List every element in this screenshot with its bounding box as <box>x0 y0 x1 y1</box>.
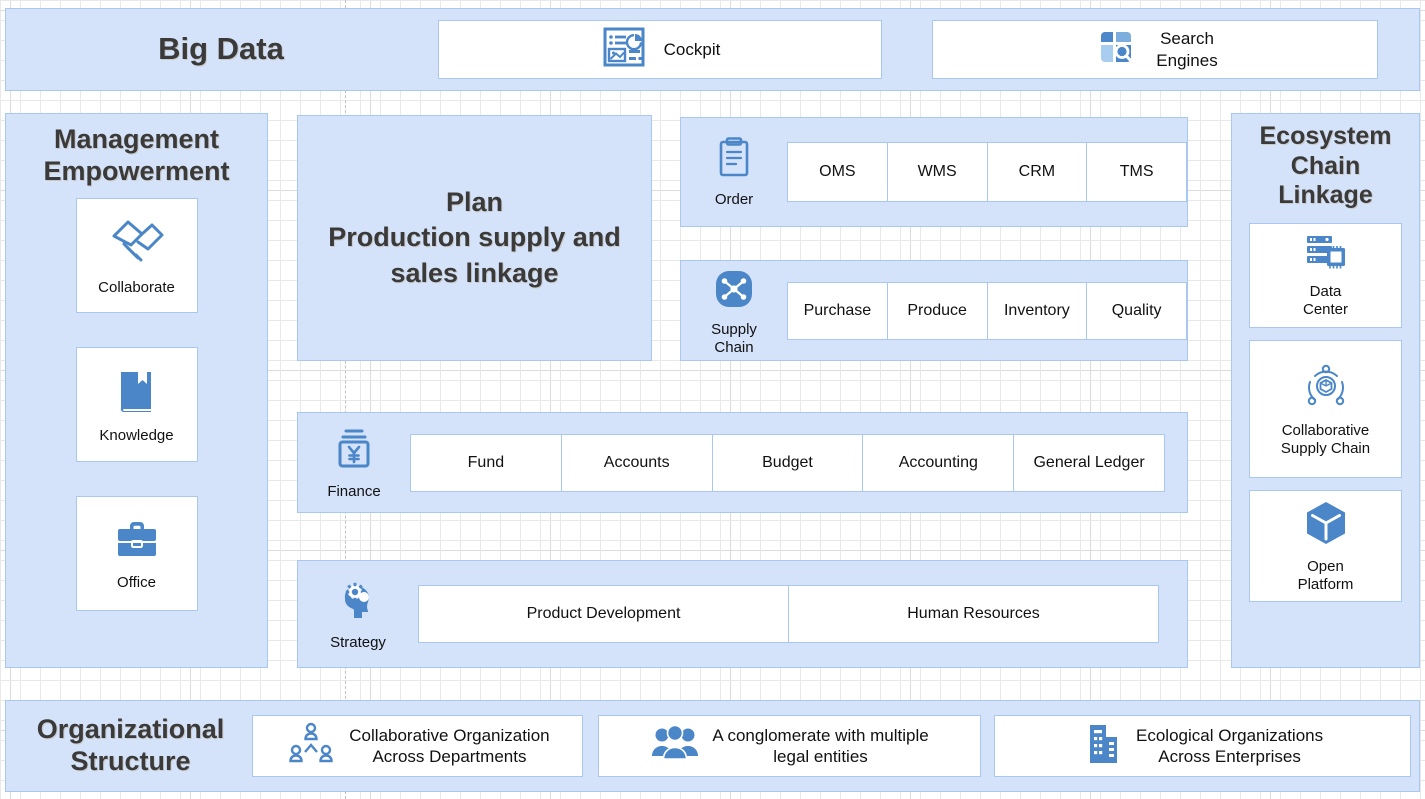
cube-icon <box>1301 498 1351 553</box>
search-engine-icon <box>1092 23 1140 76</box>
order-icon-group: Order <box>681 135 787 209</box>
ecological-organizations-card[interactable]: Ecological Organizations Across Enterpri… <box>994 715 1411 777</box>
supply-chain-node-icon <box>710 265 758 318</box>
finance-icon-group: Finance <box>298 425 410 501</box>
organizational-structure-title: Organizational Structure <box>36 714 225 776</box>
chip-fund[interactable]: Fund <box>410 433 562 492</box>
conglomerate-card[interactable]: A conglomerate with multiple legal entit… <box>597 715 982 777</box>
chip-purchase[interactable]: Purchase <box>787 281 888 340</box>
supply-chain-row: Supply Chain Purchase Produce Inventory … <box>680 260 1188 361</box>
collaborative-organization-label: Collaborative Organization Across Depart… <box>349 725 550 766</box>
chip-tms[interactable]: TMS <box>1086 142 1187 202</box>
management-empowerment-panel: Management Empowerment Collaborate Knowl… <box>5 113 268 668</box>
plan-block: Plan Production supply and sales linkage <box>297 115 652 361</box>
chip-quality[interactable]: Quality <box>1086 281 1187 340</box>
handshake-icon <box>108 214 166 273</box>
briefcase-icon <box>111 515 163 568</box>
collaborate-card[interactable]: Collaborate <box>75 197 198 313</box>
chip-human-resources[interactable]: Human Resources <box>788 585 1159 643</box>
data-center-label: Data Center <box>1302 283 1349 318</box>
order-row: Order OMS WMS CRM TMS <box>680 117 1188 227</box>
yen-currency-icon <box>330 425 378 480</box>
chip-crm[interactable]: CRM <box>986 142 1088 202</box>
collaborate-label: Collaborate <box>98 278 175 296</box>
strategy-icon-label: Strategy <box>330 634 386 652</box>
office-card[interactable]: Office <box>75 495 198 611</box>
big-data-panel: Big Data Cockpit Search Engines <box>5 8 1420 91</box>
head-gear-icon <box>333 576 383 631</box>
cockpit-card[interactable]: Cockpit <box>438 20 882 79</box>
supply-chain-icon-label: Supply Chain <box>711 320 757 356</box>
organizational-structure-panel: Organizational Structure Collaborative O… <box>5 700 1420 792</box>
chip-accounts[interactable]: Accounts <box>560 433 713 492</box>
ecosystem-chain-linkage-panel: Ecosystem Chain Linkage Data Center Coll… <box>1231 113 1420 668</box>
ecosystem-chain-linkage-title: Ecosystem Chain Linkage <box>1259 122 1392 209</box>
ecological-organizations-label: Ecological Organizations Across Enterpri… <box>1136 725 1324 766</box>
chip-wms[interactable]: WMS <box>886 142 988 202</box>
supply-chain-icon-group: Supply Chain <box>681 265 787 356</box>
book-icon <box>111 364 163 421</box>
building-icon <box>1082 721 1124 772</box>
chip-product-development[interactable]: Product Development <box>418 585 789 643</box>
plan-title: Plan Production supply and sales linkage <box>328 187 621 288</box>
finance-icon-label: Finance <box>327 482 381 500</box>
open-platform-card[interactable]: Open Platform <box>1249 489 1402 602</box>
chip-oms[interactable]: OMS <box>787 142 888 202</box>
collaborative-organization-card[interactable]: Collaborative Organization Across Depart… <box>252 715 583 777</box>
people-group-icon <box>650 722 700 771</box>
collaborative-supply-chain-card[interactable]: Collaborative Supply Chain <box>1249 339 1402 478</box>
management-empowerment-title: Management Empowerment <box>43 124 230 186</box>
big-data-title: Big Data <box>158 31 284 67</box>
order-chip-group: OMS WMS CRM TMS <box>787 142 1187 202</box>
supply-chain-chip-group: Purchase Produce Inventory Quality <box>787 281 1187 340</box>
conglomerate-label: A conglomerate with multiple legal entit… <box>712 725 929 766</box>
clipboard-icon <box>712 135 756 188</box>
chip-produce[interactable]: Produce <box>886 281 988 340</box>
finance-row: Finance Fund Accounts Budget Accounting … <box>297 412 1188 513</box>
knowledge-label: Knowledge <box>99 426 174 444</box>
server-chip-icon <box>1302 231 1350 278</box>
finance-chip-group: Fund Accounts Budget Accounting General … <box>410 433 1165 492</box>
chip-budget[interactable]: Budget <box>711 433 864 492</box>
cockpit-label: Cockpit <box>663 39 721 59</box>
chip-accounting[interactable]: Accounting <box>862 433 1015 492</box>
collaborative-supply-chain-label: Collaborative Supply Chain <box>1280 421 1371 457</box>
strategy-row: Strategy Product Development Human Resou… <box>297 560 1188 668</box>
chip-inventory[interactable]: Inventory <box>986 281 1088 340</box>
strategy-chip-group: Product Development Human Resources <box>418 585 1159 643</box>
data-center-card[interactable]: Data Center <box>1249 222 1402 328</box>
office-label: Office <box>117 573 156 591</box>
order-icon-label: Order <box>714 191 754 209</box>
strategy-icon-group: Strategy <box>298 576 418 652</box>
open-platform-label: Open Platform <box>1297 557 1354 593</box>
search-engines-label: Search Engines <box>1156 29 1218 70</box>
search-engines-card[interactable]: Search Engines <box>932 20 1378 79</box>
supply-network-icon <box>1297 360 1355 417</box>
dashboard-cockpit-icon <box>600 23 648 76</box>
org-hierarchy-icon <box>285 721 337 772</box>
chip-general-ledger[interactable]: General Ledger <box>1013 433 1165 492</box>
knowledge-card[interactable]: Knowledge <box>75 346 198 462</box>
